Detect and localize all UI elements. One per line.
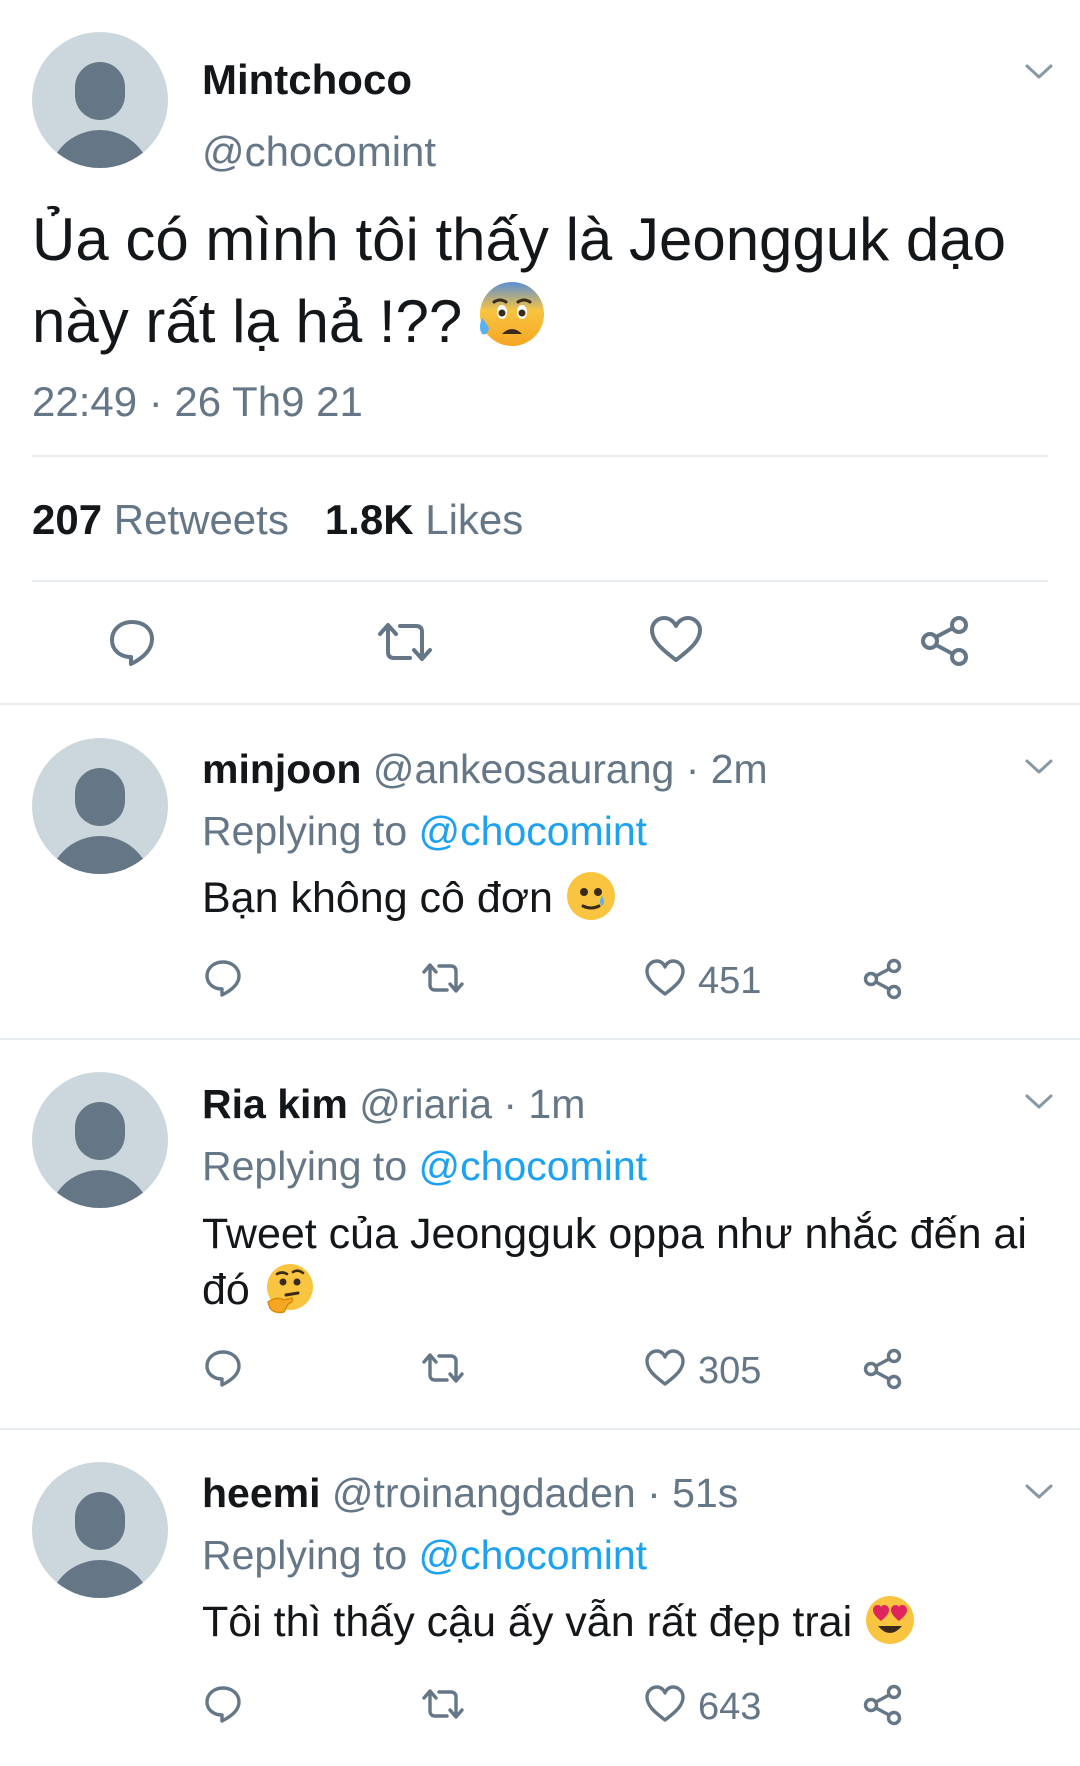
retweet-icon[interactable] — [420, 1348, 466, 1388]
share-icon[interactable] — [918, 614, 972, 668]
retweet-icon[interactable] — [420, 1684, 466, 1724]
avatar[interactable] — [32, 1462, 168, 1598]
share-icon[interactable] — [862, 958, 904, 1000]
replying-to: Replying to @chocomint — [202, 1143, 647, 1190]
chevron-down-icon[interactable] — [1024, 62, 1054, 82]
like-heart-icon[interactable] — [644, 1348, 686, 1388]
reply-text: Tôi thì thấy cậu ấy vẫn rất đẹp trai — [202, 1594, 1042, 1650]
avatar[interactable] — [32, 1072, 168, 1208]
heart-eyes-emoji-icon — [866, 1596, 915, 1644]
replying-to-label: Replying to — [202, 808, 408, 854]
replying-to: Replying to @chocomint — [202, 808, 647, 855]
reply-author-name[interactable]: minjoon — [202, 746, 361, 792]
replying-to-label: Replying to — [202, 1143, 408, 1189]
thinking-face-emoji-icon — [266, 1264, 313, 1314]
tweet-stats: 207 Retweets 1.8K Likes — [32, 496, 523, 544]
likes-label: Likes — [425, 496, 524, 543]
retweet-icon[interactable] — [374, 616, 436, 668]
reply-header: Ria kim @riaria · 1m — [202, 1081, 585, 1128]
reply-handle-time[interactable]: @troinangdaden · 51s — [332, 1470, 738, 1516]
reply-author-name[interactable]: Ria kim — [202, 1081, 348, 1127]
reply-header: minjoon @ankeosaurang · 2m — [202, 746, 768, 793]
like-heart-icon[interactable] — [648, 614, 704, 666]
replying-to-link[interactable]: @chocomint — [419, 1143, 647, 1189]
divider — [32, 455, 1048, 457]
like-heart-icon[interactable] — [644, 1684, 686, 1724]
like-count: 305 — [698, 1350, 762, 1392]
replying-to-link[interactable]: @chocomint — [419, 808, 647, 854]
reply-handle-time[interactable]: @ankeosaurang · 2m — [373, 746, 768, 792]
face-holding-back-tears-emoji-icon — [566, 872, 615, 920]
retweets-count: 207 — [32, 496, 103, 543]
reply-text: Tweet của Jeongguk oppa như nhắc đến ai … — [202, 1206, 1042, 1318]
like-count: 643 — [698, 1686, 762, 1728]
reply-icon[interactable] — [203, 1348, 243, 1388]
reply-text-content: Tôi thì thấy cậu ấy vẫn rất đẹp trai — [202, 1598, 853, 1646]
anxious-face-emoji-icon — [480, 282, 545, 346]
avatar[interactable] — [32, 738, 168, 874]
reply-text-content: Tweet của Jeongguk oppa như nhắc đến ai … — [202, 1210, 1027, 1314]
reply-icon[interactable] — [203, 1684, 243, 1724]
tweet-timestamp[interactable]: 22:49 · 26 Th9 21 — [32, 378, 363, 426]
divider — [32, 580, 1048, 582]
retweets-stat[interactable]: 207 Retweets — [32, 496, 289, 543]
share-icon[interactable] — [862, 1684, 904, 1726]
like-count: 451 — [698, 960, 762, 1002]
retweet-icon[interactable] — [420, 958, 466, 998]
reply-icon[interactable] — [203, 958, 243, 998]
author-handle[interactable]: @chocomint — [202, 128, 436, 176]
chevron-down-icon[interactable] — [1024, 1482, 1054, 1502]
divider — [0, 703, 1080, 705]
divider — [0, 1038, 1080, 1040]
likes-count: 1.8K — [324, 496, 414, 543]
reply-text-content: Bạn không cô đơn — [202, 874, 553, 922]
author-name[interactable]: Mintchoco — [202, 56, 412, 104]
replying-to: Replying to @chocomint — [202, 1532, 647, 1579]
replying-to-label: Replying to — [202, 1532, 408, 1578]
reply-text: Bạn không cô đơn — [202, 870, 1042, 926]
divider — [0, 1428, 1080, 1430]
chevron-down-icon[interactable] — [1024, 757, 1054, 777]
avatar[interactable] — [32, 32, 168, 168]
reply-author-name[interactable]: heemi — [202, 1470, 321, 1516]
reply-handle-time[interactable]: @riaria · 1m — [359, 1081, 585, 1127]
replying-to-link[interactable]: @chocomint — [419, 1532, 647, 1578]
likes-stat[interactable]: 1.8K Likes — [325, 496, 523, 543]
tweet-text: Ủa có mình tôi thấy là Jeongguk dạo này … — [32, 202, 1032, 360]
share-icon[interactable] — [862, 1348, 904, 1390]
reply-icon[interactable] — [106, 616, 158, 668]
retweets-label: Retweets — [113, 496, 289, 543]
like-heart-icon[interactable] — [644, 958, 686, 998]
reply-header: heemi @troinangdaden · 51s — [202, 1470, 738, 1517]
chevron-down-icon[interactable] — [1024, 1092, 1054, 1112]
